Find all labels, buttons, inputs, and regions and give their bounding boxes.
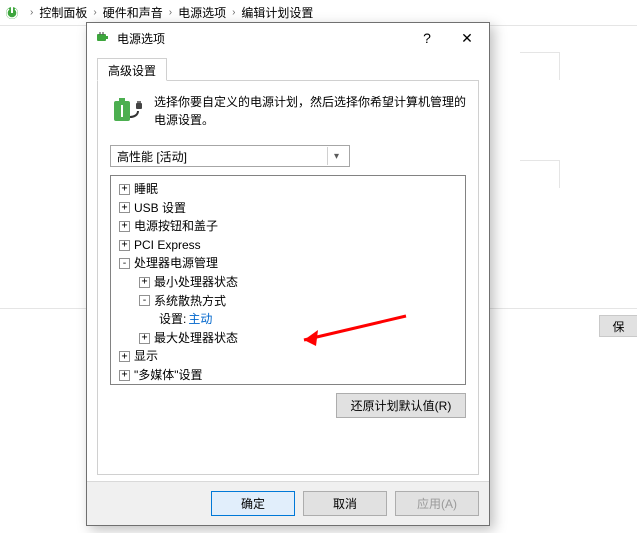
power-plan-selected: 高性能 [活动] — [117, 148, 187, 165]
collapse-icon[interactable]: - — [119, 258, 130, 269]
chevron-right-icon: › — [226, 7, 241, 18]
tab-label: 高级设置 — [108, 64, 156, 78]
chevron-right-icon: › — [163, 7, 178, 18]
chevron-right-icon: › — [87, 7, 102, 18]
breadcrumb-item[interactable]: 电源选项 — [178, 4, 226, 21]
settings-tree: + 睡眠 + USB 设置 + 电源按钮和盖子 + PCI Express — [110, 175, 466, 385]
restore-row: 还原计划默认值(R) — [110, 393, 466, 418]
tree-node-power-buttons[interactable]: + 电源按钮和盖子 — [113, 217, 463, 236]
breadcrumb-item[interactable]: 控制面板 — [39, 4, 87, 21]
dialog-title: 电源选项 — [117, 30, 407, 47]
help-button[interactable]: ? — [407, 24, 447, 52]
tree-node-processor-power-mgmt[interactable]: - 处理器电源管理 — [113, 254, 463, 273]
expand-icon[interactable]: + — [119, 184, 130, 195]
power-icon — [95, 30, 111, 46]
tree-node-multimedia[interactable]: + "多媒体"设置 — [113, 366, 463, 385]
tree-inner: + 睡眠 + USB 设置 + 电源按钮和盖子 + PCI Express — [111, 176, 465, 385]
expand-icon[interactable]: + — [119, 240, 130, 251]
battery-plug-icon — [110, 93, 144, 127]
cooling-policy-value[interactable]: 主动 — [188, 310, 212, 329]
tab-bar: 高级设置 — [97, 57, 479, 81]
header-text: 选择你要自定义的电源计划，然后选择你希望计算机管理的电源设置。 — [154, 93, 466, 129]
tree-node-sleep[interactable]: + 睡眠 — [113, 180, 463, 199]
parent-decor — [520, 160, 560, 188]
dialog-body: 高级设置 选择你要自定义的电源计划，然后选择你希望计算机管理的电源设置。 — [87, 53, 489, 481]
titlebar: 电源选项 ? ✕ — [87, 23, 489, 53]
breadcrumb-item[interactable]: 编辑计划设置 — [241, 4, 313, 21]
cancel-button[interactable]: 取消 — [303, 491, 387, 516]
tree-node-pci-express[interactable]: + PCI Express — [113, 236, 463, 255]
parent-decor — [520, 52, 560, 80]
help-icon: ? — [423, 30, 431, 46]
restore-plan-defaults-button[interactable]: 还原计划默认值(R) — [336, 393, 466, 418]
tree-node-min-processor-state[interactable]: + 最小处理器状态 — [113, 273, 463, 292]
tree-node-max-processor-state[interactable]: + 最大处理器状态 — [113, 329, 463, 348]
parent-save-button[interactable]: 保 — [599, 315, 637, 337]
breadcrumb-item[interactable]: 硬件和声音 — [103, 4, 163, 21]
tree-node-usb[interactable]: + USB 设置 — [113, 199, 463, 218]
apply-button[interactable]: 应用(A) — [395, 491, 479, 516]
expand-icon[interactable]: + — [119, 202, 130, 213]
power-plan-select[interactable]: 高性能 [活动] ▾ — [110, 145, 350, 167]
tree-node-cooling-setting[interactable]: 设置: 主动 — [113, 310, 463, 329]
expand-icon[interactable]: + — [119, 221, 130, 232]
header-row: 选择你要自定义的电源计划，然后选择你希望计算机管理的电源设置。 — [110, 93, 466, 129]
power-plan-icon — [4, 5, 20, 21]
tree-node-display[interactable]: + 显示 — [113, 347, 463, 366]
tree-node-system-cooling-policy[interactable]: - 系统散热方式 — [113, 292, 463, 311]
parent-save-label: 保 — [612, 318, 624, 335]
dialog-footer: 确定 取消 应用(A) — [87, 481, 489, 525]
chevron-down-icon: ▾ — [327, 147, 345, 165]
expand-icon[interactable]: + — [119, 370, 130, 381]
expand-icon[interactable]: + — [139, 333, 150, 344]
close-button[interactable]: ✕ — [447, 24, 487, 52]
expand-icon[interactable]: + — [119, 351, 130, 362]
tab-pane: 选择你要自定义的电源计划，然后选择你希望计算机管理的电源设置。 高性能 [活动]… — [97, 81, 479, 475]
chevron-right-icon: › — [24, 7, 39, 18]
tab-advanced-settings[interactable]: 高级设置 — [97, 58, 167, 81]
expand-icon[interactable]: + — [139, 277, 150, 288]
collapse-icon[interactable]: - — [139, 295, 150, 306]
power-options-dialog: 电源选项 ? ✕ 高级设置 — [86, 22, 490, 526]
ok-button[interactable]: 确定 — [211, 491, 295, 516]
close-icon: ✕ — [461, 30, 473, 47]
